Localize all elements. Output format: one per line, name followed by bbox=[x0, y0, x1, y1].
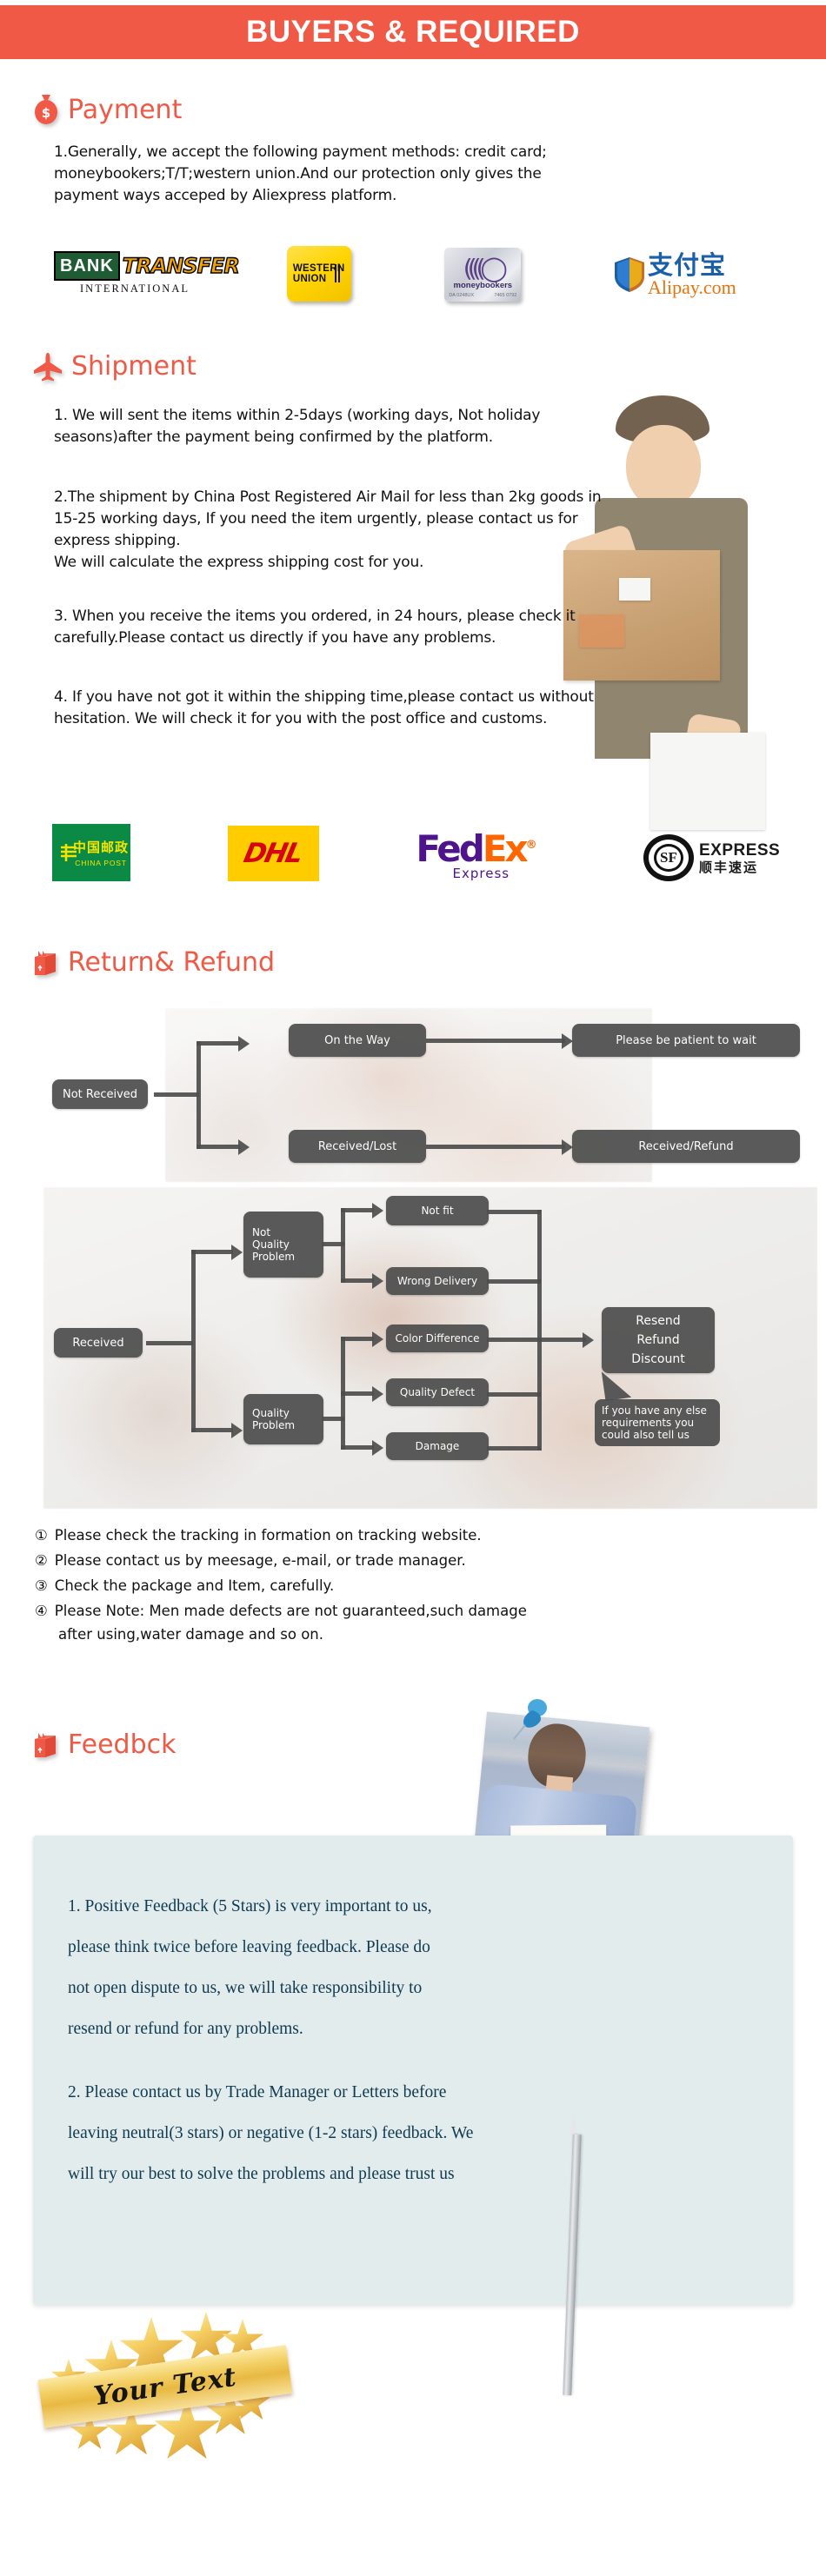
sf-english-text: EXPRESS bbox=[698, 840, 781, 860]
alipay-shield-icon bbox=[614, 257, 644, 292]
note-number-1: ① bbox=[35, 1527, 48, 1544]
sf-chinese-text: 顺丰速运 bbox=[698, 859, 758, 875]
flow-node-not-quality-problem: Not Quality Problem bbox=[243, 1212, 323, 1278]
flow-node-wrong-delivery: Wrong Delivery bbox=[386, 1267, 489, 1295]
sf-monogram-icon: SF bbox=[643, 834, 694, 881]
svg-text:$: $ bbox=[42, 105, 50, 121]
pushpin-icon bbox=[513, 1699, 547, 1740]
flow-node-quality-defect: Quality Defect bbox=[386, 1378, 489, 1406]
note-number-4: ④ bbox=[35, 1603, 48, 1619]
note-item-1: ① Please check the tracking in formation… bbox=[35, 1523, 800, 1548]
bank-transfer-logo: BANK TRANSFER INTERNATIONAL bbox=[54, 251, 241, 302]
page-banner: BUYERS & REQUIRED bbox=[0, 5, 826, 59]
note-text-4: Please Note: Men made defects are not gu… bbox=[54, 1603, 527, 1619]
western-union-bars-icon bbox=[334, 264, 340, 282]
flow-callout-other-requirements: If you have any else requirements you co… bbox=[595, 1399, 720, 1446]
feedback-line-6: leaving neutral(3 stars) or negative (1-… bbox=[68, 2124, 474, 2142]
section-title-return-refund: Return& Refund bbox=[68, 947, 276, 978]
shipment-paragraph-1: 1. We will sent the items within 2-5days… bbox=[54, 407, 541, 446]
feedback-line-2: please think twice before leaving feedba… bbox=[68, 1938, 430, 1956]
shipment-paragraph-4: 4. If you have not got it within the shi… bbox=[54, 688, 594, 727]
flow-node-resend-refund-discount: Resend Refund Discount bbox=[602, 1307, 715, 1373]
note-number-3: ③ bbox=[35, 1577, 48, 1594]
china-post-emblem-icon bbox=[61, 844, 77, 861]
section-header-payment: $ Payment bbox=[33, 94, 182, 125]
flow-node-not-fit: Not fit bbox=[386, 1196, 489, 1225]
note-text-2: Please contact us by meesage, e-mail, or… bbox=[54, 1552, 466, 1569]
section-header-feedback: Feedbck bbox=[33, 1730, 176, 1760]
fedex-logo: FedEx® Express bbox=[416, 827, 546, 882]
feedback-line-4: resend or refund for any problems. bbox=[68, 2020, 303, 2038]
dhl-logo: DHL bbox=[227, 826, 319, 881]
china-post-latin: CHINA POST bbox=[75, 859, 127, 867]
alipay-logo: 支付宝 Alipay.com bbox=[614, 248, 776, 302]
flow-node-on-the-way: On the Way bbox=[289, 1024, 426, 1057]
bank-transfer-international-word: INTERNATIONAL bbox=[80, 282, 190, 295]
note-item-2: ② Please contact us by meesage, e-mail, … bbox=[35, 1548, 800, 1573]
section-header-return-refund: Return& Refund bbox=[33, 947, 275, 978]
return-refund-notes: ① Please check the tracking in formation… bbox=[35, 1523, 800, 1646]
note-text-1: Please check the tracking in formation o… bbox=[54, 1527, 482, 1544]
section-title-feedback: Feedbck bbox=[68, 1730, 177, 1760]
payment-logos: BANK TRANSFER INTERNATIONAL WESTERN UNIO… bbox=[54, 246, 776, 302]
section-title-shipment: Shipment bbox=[71, 351, 197, 382]
flow-node-quality-problem: Quality Problem bbox=[243, 1394, 323, 1444]
shipment-paragraph-2: 2.The shipment by China Post Registered … bbox=[54, 488, 602, 571]
payment-paragraph: 1.Generally, we accept the following pay… bbox=[54, 143, 547, 204]
airplane-icon bbox=[34, 352, 62, 381]
page-title: BUYERS & REQUIRED bbox=[246, 15, 580, 49]
flow-node-color-difference: Color Difference bbox=[386, 1325, 489, 1352]
bank-transfer-bank-word: BANK bbox=[54, 251, 120, 281]
callout-tail-icon bbox=[601, 1368, 632, 1401]
fedex-fed-word: Fed bbox=[416, 827, 485, 870]
note-item-4: ④ Please Note: Men made defects are not … bbox=[35, 1598, 800, 1623]
note-text-3: Check the package and Item, carefully. bbox=[54, 1577, 335, 1594]
moneybookers-right-code: 7465 0792 bbox=[494, 293, 517, 298]
box-icon bbox=[35, 950, 56, 975]
feedback-line-5: 2. Please contact us by Trade Manager or… bbox=[68, 2083, 447, 2101]
fedex-registered-mark: ® bbox=[525, 839, 537, 852]
flow-node-not-received: Not Received bbox=[52, 1079, 148, 1109]
alipay-latin-text: Alipay.com bbox=[647, 276, 736, 298]
bank-transfer-transfer-word: TRANSFER bbox=[122, 253, 240, 278]
feedback-line-1: 1. Positive Feedback (5 Stars) is very i… bbox=[68, 1897, 432, 1915]
flow-node-please-be-patient: Please be patient to wait bbox=[572, 1024, 800, 1057]
moneybookers-label: moneybookers bbox=[453, 281, 513, 290]
flow-node-received: Received bbox=[54, 1328, 143, 1358]
alipay-chinese-text: 支付宝 bbox=[647, 250, 726, 280]
moneybookers-left-code: DA 0248UX bbox=[449, 293, 475, 298]
sf-express-logo: SF EXPRESS 顺丰速运 bbox=[643, 834, 783, 881]
flowchart-received: Received Not Quality Problem Quality Pro… bbox=[43, 1187, 817, 1509]
flow-node-received-lost: Received/Lost bbox=[289, 1130, 426, 1163]
feedback-line-7: will try our best to solve the problems … bbox=[68, 2165, 455, 2183]
flow-node-received-refund: Received/Refund bbox=[572, 1130, 800, 1163]
moneybookers-wave-icon: ((((◯ bbox=[463, 254, 508, 282]
feedback-line-3: not open dispute to us, we will take res… bbox=[68, 1979, 423, 1997]
sf-monogram-text: SF bbox=[660, 849, 677, 866]
section-title-payment: Payment bbox=[68, 94, 183, 125]
dhl-wordmark: DHL bbox=[241, 838, 305, 869]
china-post-logo: 中国邮政 CHINA POST bbox=[52, 824, 130, 881]
flowchart-not-received: Not Received On the Way Please be patien… bbox=[43, 1008, 817, 1182]
feedback-text-block: 1. Positive Feedback (5 Stars) is very i… bbox=[68, 1886, 763, 2194]
badge-ribbon: Your Text bbox=[37, 2345, 293, 2428]
moneybookers-logo: ((((◯ moneybookers DA 0248UX 7465 0792 bbox=[444, 248, 522, 302]
shipment-carrier-logos: 中国邮政 CHINA POST DHL FedEx® Express SF EX… bbox=[52, 824, 783, 881]
badge-ribbon-text: Your Text bbox=[91, 2361, 239, 2412]
china-post-chinese: 中国邮政 bbox=[72, 840, 129, 855]
note-number-2: ② bbox=[35, 1552, 48, 1569]
gold-stars-badge: Your Text bbox=[35, 2312, 296, 2460]
section-header-shipment: Shipment bbox=[33, 351, 197, 382]
box-icon bbox=[35, 1732, 56, 1757]
note-text-4-continuation: after using,water damage and so on. bbox=[58, 1626, 324, 1643]
flow-node-damage: Damage bbox=[386, 1432, 489, 1460]
money-bag-icon: $ bbox=[35, 95, 57, 124]
western-union-logo: WESTERN UNION bbox=[286, 246, 351, 302]
note-item-3: ③ Check the package and Item, carefully. bbox=[35, 1573, 800, 1598]
fedex-ex-word: Ex bbox=[482, 827, 529, 870]
shipment-paragraph-3: 3. When you receive the items you ordere… bbox=[54, 607, 576, 647]
